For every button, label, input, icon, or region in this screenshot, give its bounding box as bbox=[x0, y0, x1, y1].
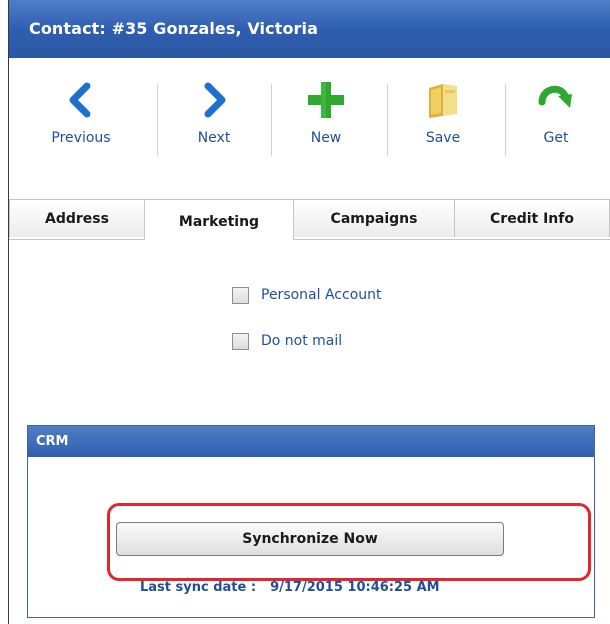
do-not-mail-label: Do not mail bbox=[261, 333, 343, 349]
last-sync-label: Last sync date : bbox=[140, 580, 257, 595]
personal-account-option[interactable]: Personal Account bbox=[232, 283, 382, 307]
crm-header: CRM bbox=[28, 426, 594, 457]
last-sync-value: 9/17/2015 10:46:25 AM bbox=[270, 580, 440, 595]
tab-credit-info[interactable]: Credit Info bbox=[454, 199, 610, 237]
tab-strip: Address Marketing Campaigns Credit Info bbox=[9, 199, 610, 240]
plus-icon bbox=[308, 82, 344, 118]
previous-label: Previous bbox=[51, 130, 111, 146]
tab-campaigns[interactable]: Campaigns bbox=[293, 199, 455, 237]
save-label: Save bbox=[425, 130, 461, 146]
save-button[interactable]: Save bbox=[401, 80, 485, 160]
tab-marketing[interactable]: Marketing bbox=[144, 199, 294, 240]
refresh-arrow-icon bbox=[538, 85, 572, 108]
toolbar-separator bbox=[157, 84, 158, 156]
chevron-left-icon bbox=[69, 82, 91, 118]
new-button[interactable]: New bbox=[289, 80, 363, 160]
toolbar-separator bbox=[505, 84, 506, 156]
previous-button[interactable]: Previous bbox=[39, 80, 123, 160]
next-button[interactable]: Next bbox=[177, 80, 251, 160]
do-not-mail-checkbox[interactable] bbox=[232, 332, 249, 350]
toolbar-separator bbox=[387, 84, 388, 156]
do-not-mail-option[interactable]: Do not mail bbox=[232, 329, 342, 353]
toolbar: Previous Next New Save Get bbox=[9, 58, 610, 186]
get-label: Get bbox=[543, 130, 569, 146]
toolbar-separator bbox=[271, 84, 272, 156]
next-label: Next bbox=[197, 130, 231, 146]
new-label: New bbox=[310, 130, 342, 146]
window-title: Contact: #35 Gonzales, Victoria bbox=[9, 0, 610, 58]
crm-panel: CRM Synchronize Now Last sync date : 9/17… bbox=[27, 425, 595, 618]
last-sync-row: Last sync date : 9/17/2015 10:46:25 AM bbox=[140, 580, 440, 595]
folder-save-icon bbox=[429, 84, 457, 118]
tab-address[interactable]: Address bbox=[9, 199, 145, 237]
get-button[interactable]: Get bbox=[519, 80, 593, 160]
contact-window: Contact: #35 Gonzales, Victoria Previous… bbox=[8, 0, 610, 624]
personal-account-checkbox[interactable] bbox=[232, 286, 249, 304]
synchronize-now-button[interactable]: Synchronize Now bbox=[116, 522, 504, 556]
personal-account-label: Personal Account bbox=[261, 287, 382, 303]
chevron-right-icon bbox=[204, 82, 226, 118]
